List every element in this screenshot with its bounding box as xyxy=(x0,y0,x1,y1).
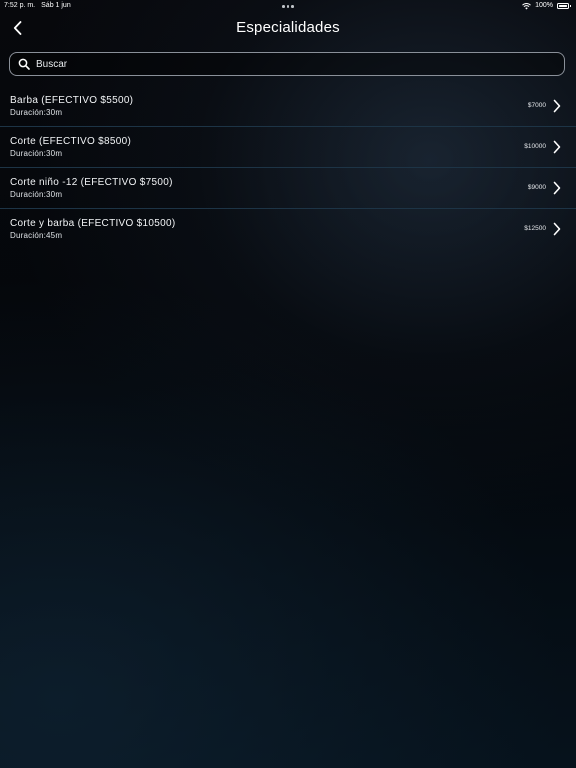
page-title: Especialidades xyxy=(236,19,340,36)
item-name: Corte (EFECTIVO $8500) xyxy=(10,136,132,147)
search-bar[interactable] xyxy=(9,52,565,76)
list-item[interactable]: Corte niño -12 (EFECTIVO $7500) Duración… xyxy=(0,168,576,209)
chevron-right-icon xyxy=(553,181,561,195)
status-bar: 7:52 p. m. Sáb 1 jun 100% xyxy=(0,0,576,12)
navigation-bar: Especialidades xyxy=(0,14,576,42)
item-price: $12500 xyxy=(524,225,546,232)
chevron-right-icon xyxy=(553,99,561,113)
chevron-right-icon xyxy=(553,222,561,236)
specialties-list: Barba (EFECTIVO $5500) Duración:30m $700… xyxy=(0,86,576,250)
list-item[interactable]: Barba (EFECTIVO $5500) Duración:30m $700… xyxy=(0,86,576,127)
item-price: $7000 xyxy=(527,102,546,109)
status-time: 7:52 p. m. xyxy=(4,2,36,9)
item-name: Barba (EFECTIVO $5500) xyxy=(10,95,134,106)
item-duration: Duración:45m xyxy=(10,231,63,240)
status-date: Sáb 1 jun xyxy=(41,2,71,9)
battery-tip xyxy=(570,4,571,8)
item-duration: Duración:30m xyxy=(10,108,63,117)
item-name: Corte niño -12 (EFECTIVO $7500) xyxy=(10,177,173,188)
item-duration: Duración:30m xyxy=(10,190,63,199)
battery-percent: 100% xyxy=(535,2,553,9)
multitasking-dots-icon[interactable] xyxy=(282,5,294,8)
item-name: Corte y barba (EFECTIVO $10500) xyxy=(10,218,176,229)
list-item[interactable]: Corte y barba (EFECTIVO $10500) Duración… xyxy=(0,209,576,250)
item-price: $10000 xyxy=(524,143,546,150)
status-left: 7:52 p. m. Sáb 1 jun xyxy=(4,0,71,12)
battery-icon xyxy=(557,3,569,9)
status-right: 100% xyxy=(522,0,571,12)
search-input[interactable] xyxy=(36,54,564,74)
wifi-icon xyxy=(522,2,531,9)
item-duration: Duración:30m xyxy=(10,149,63,158)
search-icon xyxy=(18,58,30,70)
chevron-right-icon xyxy=(553,140,561,154)
list-item[interactable]: Corte (EFECTIVO $8500) Duración:30m $100… xyxy=(0,127,576,168)
item-price: $9000 xyxy=(527,184,546,191)
